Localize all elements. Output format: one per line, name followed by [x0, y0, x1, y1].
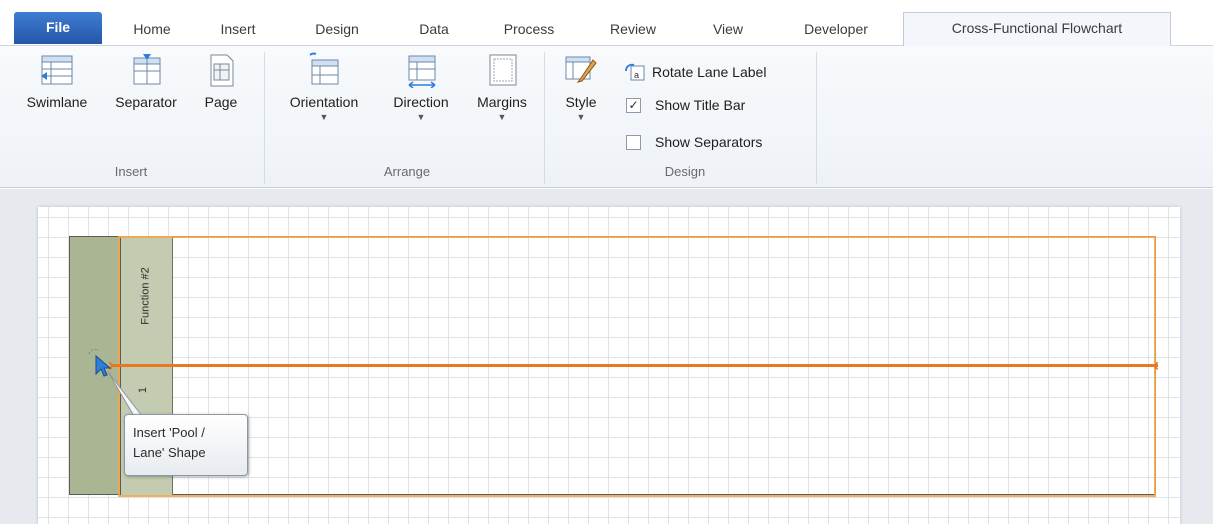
group-divider [264, 52, 265, 184]
style-button[interactable]: Style ▼ [556, 52, 606, 122]
orientation-label: Orientation [289, 94, 359, 110]
direction-button[interactable]: Direction ▼ [380, 52, 462, 122]
line-end-marker-icon: ‹ [1153, 355, 1159, 375]
orientation-button[interactable]: Orientation ▼ [276, 52, 372, 122]
tab-insert[interactable]: Insert [202, 14, 274, 46]
group-label-design: Design [664, 164, 706, 179]
swimlane-label: Swimlane [26, 94, 88, 110]
group-divider [816, 52, 817, 184]
chevron-down-icon: ▼ [416, 112, 426, 122]
orientation-icon [309, 52, 339, 85]
tooltip-line-1: Insert 'Pool / [133, 425, 205, 440]
group-label-arrange: Arrange [383, 164, 431, 179]
direction-icon [408, 55, 436, 88]
separator-icon [133, 54, 161, 85]
chevron-down-icon: ▼ [497, 112, 507, 122]
tab-file[interactable]: File [14, 12, 102, 44]
chevron-down-icon: ▼ [319, 112, 329, 122]
chevron-down-icon: ▼ [576, 112, 586, 122]
direction-label: Direction [393, 94, 449, 110]
margins-label: Margins [477, 94, 527, 110]
rotate-label-icon: a [625, 63, 645, 81]
tooltip-pointer [107, 371, 144, 417]
swimlane-button[interactable]: Swimlane [16, 52, 98, 110]
separator-label: Separator [115, 94, 177, 110]
tab-design[interactable]: Design [298, 14, 376, 46]
tooltip-line-2: Lane' Shape [133, 445, 206, 460]
page-icon [210, 54, 234, 87]
tab-cross-functional-flowchart[interactable]: Cross-Functional Flowchart [903, 12, 1171, 46]
swimlane-icon [41, 55, 73, 85]
tab-review[interactable]: Review [594, 14, 672, 46]
group-label-insert: Insert [114, 164, 148, 179]
style-icon [565, 56, 597, 83]
margins-button[interactable]: Margins ▼ [466, 52, 538, 122]
tab-process[interactable]: Process [488, 14, 570, 46]
separator-button[interactable]: Separator [104, 52, 188, 110]
ribbon: Swimlane Separator Page Insert Orientati… [0, 46, 1213, 188]
svg-text:a: a [634, 70, 639, 80]
show-title-bar-checkbox[interactable]: ✓ Show Title Bar [626, 97, 745, 113]
rotate-lane-label-text: Rotate Lane Label [652, 64, 767, 80]
tab-data[interactable]: Data [402, 14, 466, 46]
page-button[interactable]: Page [196, 52, 246, 110]
tab-home[interactable]: Home [118, 14, 186, 46]
insert-position-line [112, 364, 1158, 367]
page-label: Page [204, 94, 238, 110]
group-divider [544, 52, 545, 184]
show-separators-checkbox[interactable]: Show Separators [626, 134, 762, 150]
style-label: Style [565, 94, 597, 110]
rotate-lane-label-button[interactable]: a Rotate Lane Label [624, 62, 766, 82]
tab-developer[interactable]: Developer [784, 14, 888, 46]
margins-icon [489, 54, 517, 86]
insert-pool-lane-tooltip: Insert 'Pool / Lane' Shape [124, 414, 248, 476]
tab-view[interactable]: View [696, 14, 760, 46]
checkbox-checked-icon[interactable]: ✓ [626, 97, 641, 113]
show-separators-label: Show Separators [655, 134, 763, 150]
ribbon-tab-bar: File Home Insert Design Data Process Rev… [0, 0, 1213, 46]
show-title-bar-label: Show Title Bar [655, 97, 746, 113]
checkbox-unchecked-icon[interactable] [626, 134, 641, 150]
